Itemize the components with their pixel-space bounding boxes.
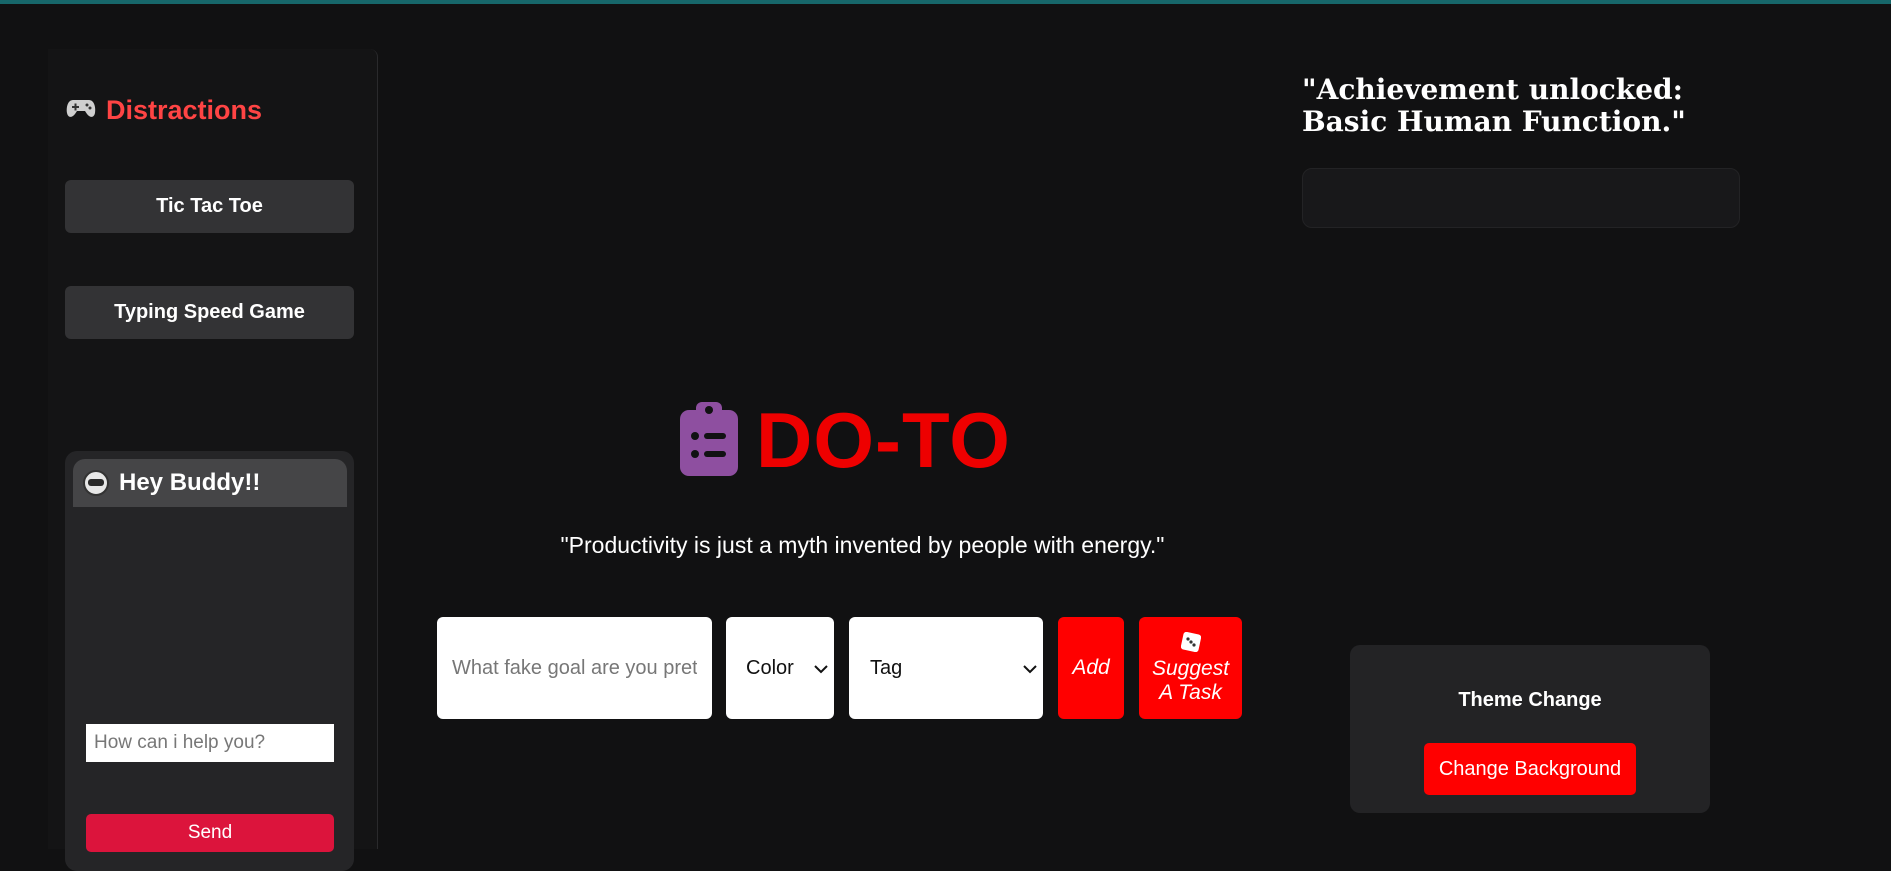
chat-input[interactable] bbox=[86, 724, 334, 762]
suggest-line1: Suggest bbox=[1151, 657, 1230, 681]
suggest-task-button[interactable]: Suggest A Task bbox=[1139, 617, 1242, 719]
task-input[interactable] bbox=[437, 617, 712, 719]
top-accent-bar bbox=[0, 0, 1891, 4]
brand-title: DO-TO bbox=[756, 396, 1011, 484]
tic-tac-toe-button[interactable]: Tic Tac Toe bbox=[65, 180, 354, 233]
typing-speed-game-button[interactable]: Typing Speed Game bbox=[65, 286, 354, 339]
send-button[interactable]: Send bbox=[86, 814, 334, 852]
theme-change-label: Theme Change bbox=[1458, 689, 1602, 711]
add-button-label: Add bbox=[1072, 656, 1110, 680]
gamepad-icon bbox=[66, 95, 96, 126]
chevron-down-icon bbox=[1023, 658, 1037, 679]
tag-select-value: Tag bbox=[870, 656, 903, 679]
brand: DO-TO bbox=[680, 395, 1011, 486]
sidebar: Distractions Tic Tac Toe Typing Speed Ga… bbox=[48, 49, 378, 871]
tagline-quote: "Productivity is just a myth invented by… bbox=[560, 532, 1165, 558]
clipboard-list-icon bbox=[680, 400, 738, 481]
sidebar-title: Distractions bbox=[66, 95, 262, 126]
tag-select[interactable]: Tag bbox=[849, 617, 1043, 719]
sidebar-title-label: Distractions bbox=[106, 95, 263, 125]
dice-icon bbox=[1180, 632, 1201, 657]
suggest-line2: A Task bbox=[1159, 680, 1222, 704]
achievement-card bbox=[1302, 168, 1740, 228]
chat-header-label: Hey Buddy!! bbox=[119, 469, 261, 496]
theme-panel: Theme Change Change Background bbox=[1350, 645, 1710, 813]
robot-icon bbox=[83, 470, 109, 496]
chat-panel: Hey Buddy!! Send bbox=[65, 451, 354, 871]
chat-header: Hey Buddy!! bbox=[73, 459, 347, 507]
achievement-quote: "Achievement unlocked: Basic Human Funct… bbox=[1302, 73, 1686, 139]
chevron-down-icon bbox=[814, 658, 828, 679]
change-background-button[interactable]: Change Background bbox=[1424, 743, 1636, 795]
color-select[interactable]: Color bbox=[726, 617, 834, 719]
color-select-value: Color bbox=[746, 656, 794, 679]
add-button[interactable]: Add bbox=[1058, 617, 1124, 719]
